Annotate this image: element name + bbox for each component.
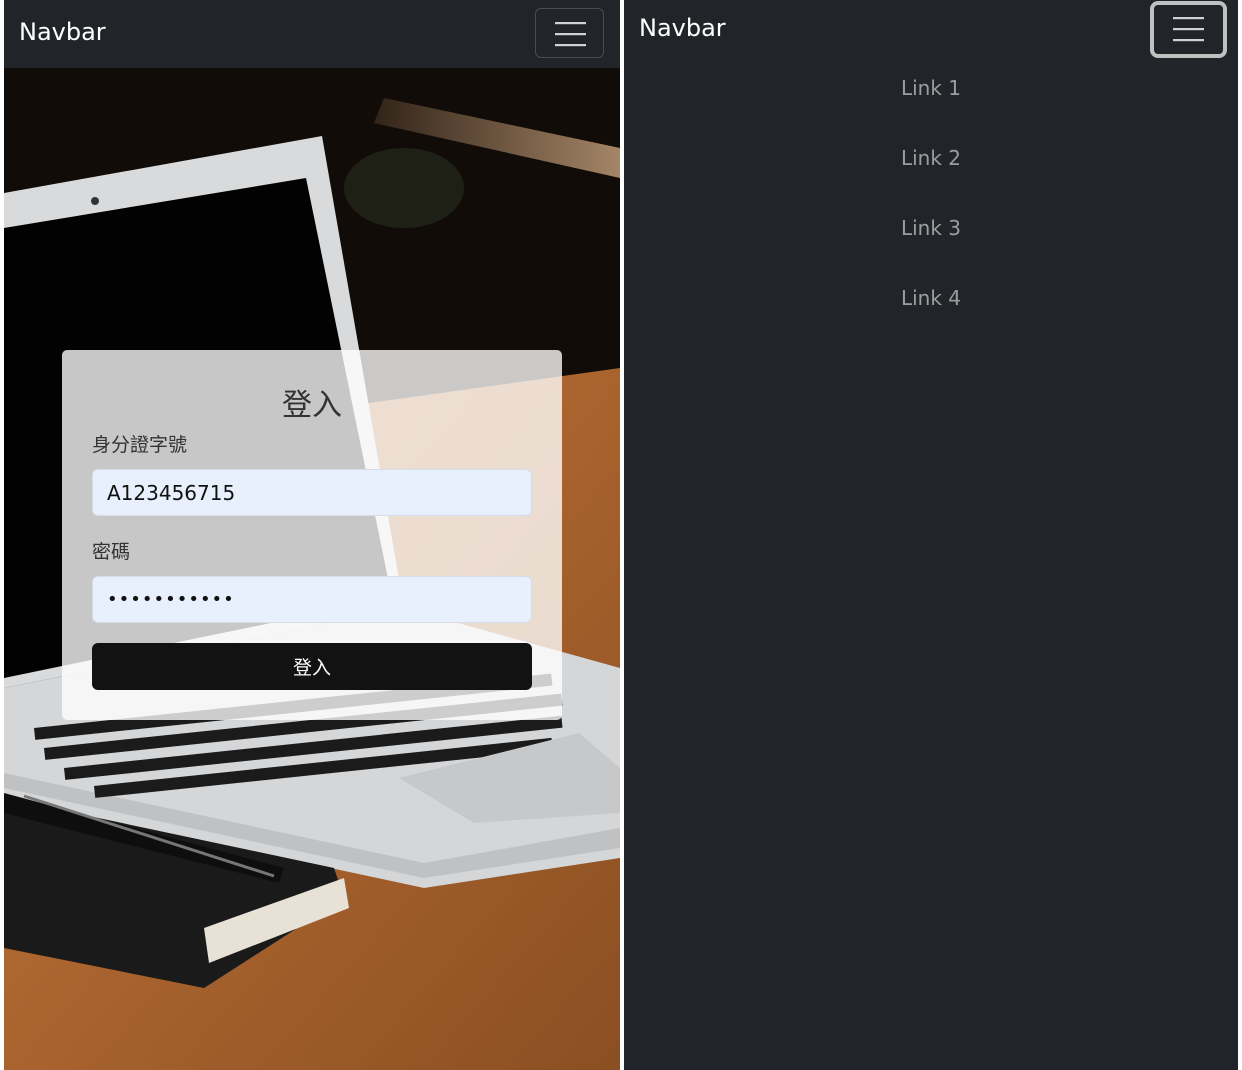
hamburger-icon bbox=[555, 22, 586, 47]
navbar-brand[interactable]: Navbar bbox=[639, 16, 726, 40]
nav-link-4[interactable]: Link 4 bbox=[624, 280, 1238, 350]
id-number-input[interactable]: A123456715 bbox=[92, 469, 532, 516]
nav-menu: Link 1 Link 2 Link 3 Link 4 bbox=[624, 70, 1238, 350]
nav-link-3[interactable]: Link 3 bbox=[624, 210, 1238, 280]
navbar: Navbar bbox=[4, 0, 620, 68]
expanded-nav-view: Navbar Link 1 Link 2 Link 3 Link 4 bbox=[624, 0, 1238, 1070]
login-card: 登入 身分證字號 A123456715 密碼 ••••••••••• 登入 bbox=[62, 350, 562, 720]
login-title: 登入 bbox=[282, 388, 342, 423]
login-submit-button[interactable]: 登入 bbox=[92, 643, 532, 690]
login-view: Navbar 登入 身分證字號 A123456715 密碼 ••••••••••… bbox=[4, 0, 620, 1070]
id-number-label: 身分證字號 bbox=[92, 434, 188, 456]
password-input[interactable]: ••••••••••• bbox=[92, 576, 532, 623]
navbar-toggler-button[interactable] bbox=[535, 8, 604, 58]
hamburger-icon bbox=[1173, 17, 1204, 42]
nav-link-2[interactable]: Link 2 bbox=[624, 140, 1238, 210]
password-label: 密碼 bbox=[92, 541, 131, 563]
navbar-brand[interactable]: Navbar bbox=[19, 20, 106, 44]
nav-link-1[interactable]: Link 1 bbox=[624, 70, 1238, 140]
navbar-toggler-button[interactable] bbox=[1150, 1, 1227, 58]
